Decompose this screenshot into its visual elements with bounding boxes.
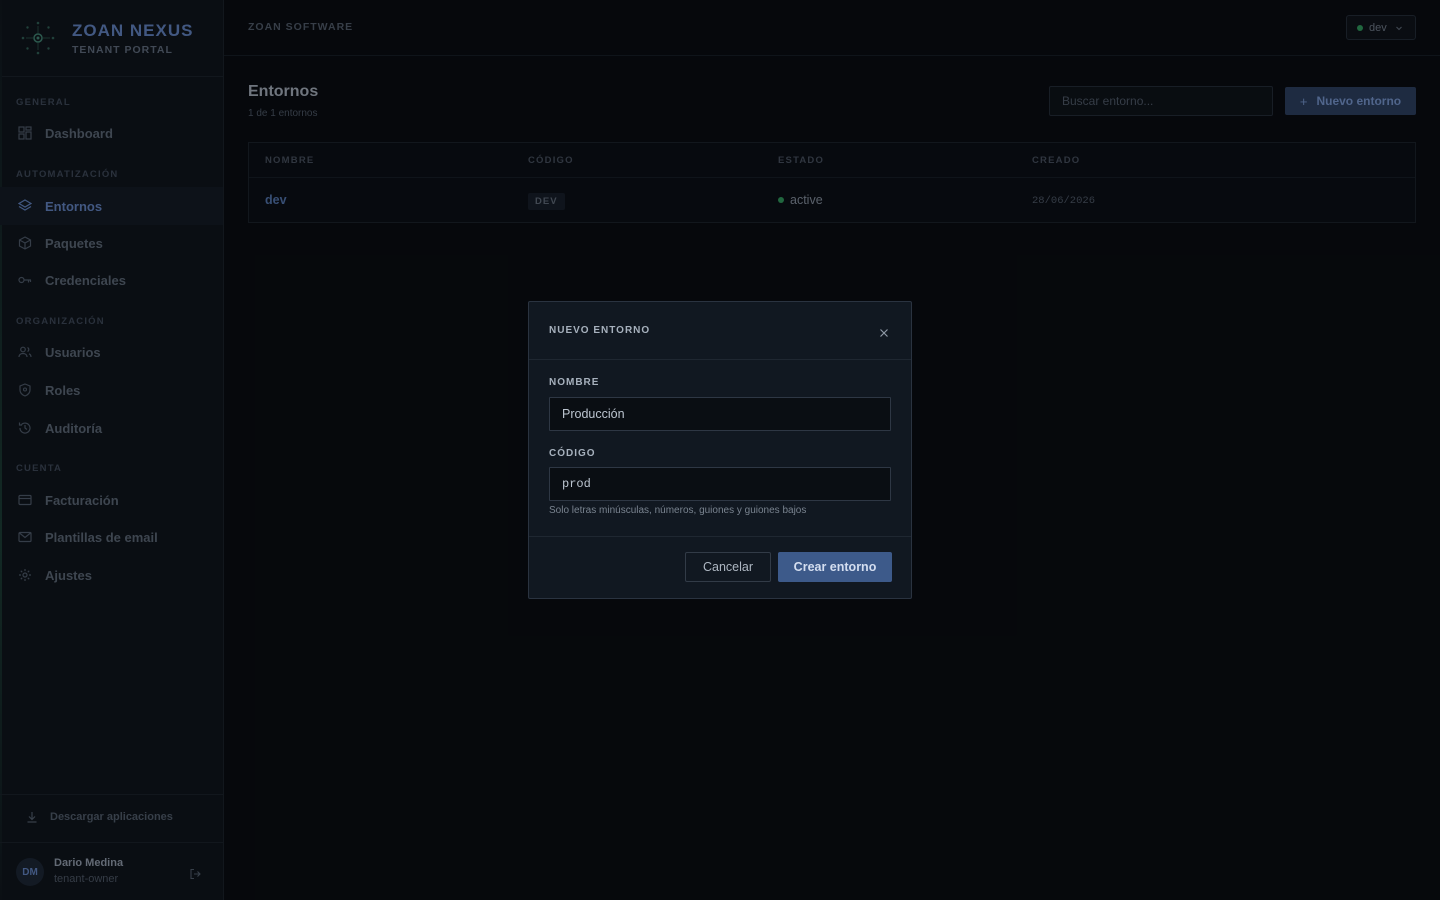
new-environment-modal: NUEVO ENTORNO NOMBRE CÓDIGO Solo letras … (528, 301, 912, 599)
modal-footer-divider (529, 536, 911, 537)
name-field-label: NOMBRE (549, 377, 600, 388)
modal-header-divider (529, 359, 911, 360)
code-field[interactable] (549, 467, 891, 501)
modal-title: NUEVO ENTORNO (549, 325, 651, 336)
close-icon (880, 329, 888, 337)
code-field-hint: Solo letras minúsculas, números, guiones… (549, 505, 807, 516)
name-field[interactable] (549, 397, 891, 431)
code-field-label: CÓDIGO (549, 448, 596, 459)
cancel-button[interactable]: Cancelar (685, 552, 771, 582)
create-environment-button[interactable]: Crear entorno (778, 552, 892, 582)
close-button[interactable] (878, 327, 890, 339)
